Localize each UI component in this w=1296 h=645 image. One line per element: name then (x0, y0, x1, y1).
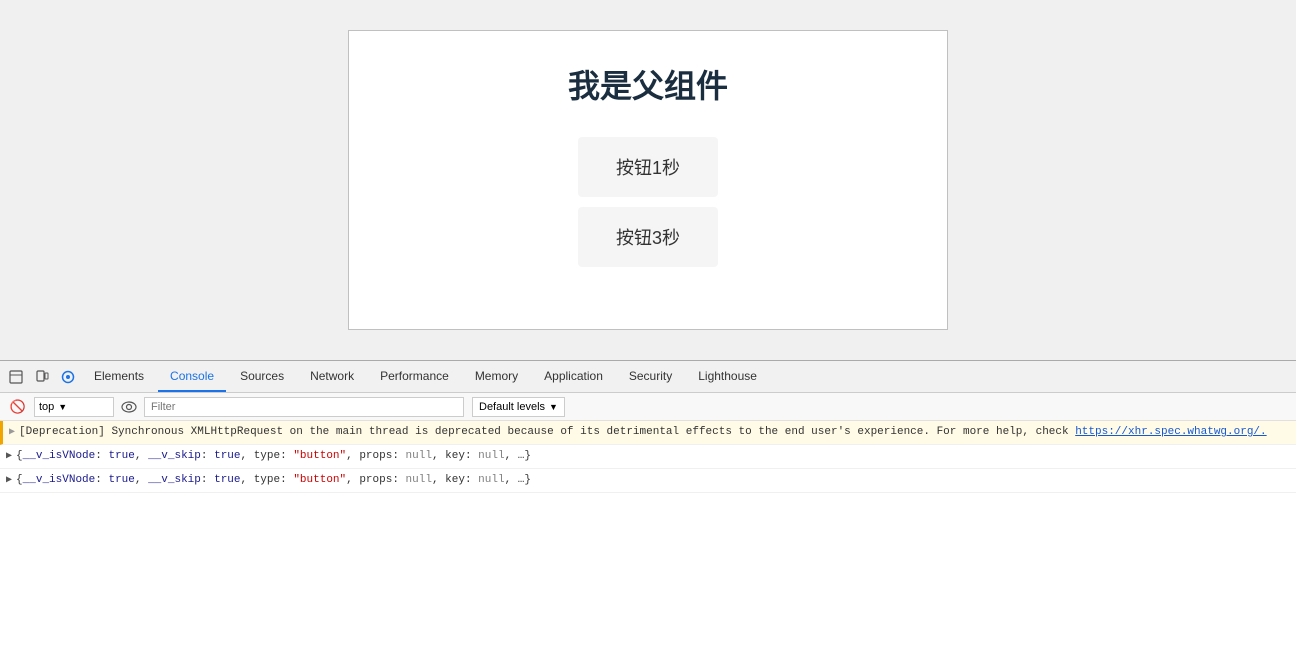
console-clear-icon[interactable]: 🚫 (6, 395, 30, 419)
console-context-selector[interactable]: top ▼ (34, 397, 114, 417)
console-log-area: ▶ [Deprecation] Synchronous XMLHttpReque… (0, 421, 1296, 645)
log-entry-vnode-2: ▶ {__v_isVNode: true, __v_skip: true, ty… (0, 469, 1296, 493)
console-eye-icon[interactable] (118, 396, 140, 418)
chevron-down-icon: ▼ (549, 402, 558, 412)
button-group: 按钮1秒 按钮3秒 (578, 137, 718, 277)
tab-lighthouse[interactable]: Lighthouse (686, 361, 769, 392)
devtools-circle-icon[interactable] (56, 365, 80, 389)
app-title: 我是父组件 (568, 61, 728, 107)
tab-performance[interactable]: Performance (368, 361, 461, 392)
devtools-panel: Elements Console Sources Network Perform… (0, 360, 1296, 645)
tab-network[interactable]: Network (298, 361, 366, 392)
console-toolbar: 🚫 top ▼ Default levels ▼ (0, 393, 1296, 421)
button-1sec[interactable]: 按钮1秒 (578, 137, 718, 197)
devtools-inspect-icon[interactable] (4, 365, 28, 389)
log-entry-deprecation: ▶ [Deprecation] Synchronous XMLHttpReque… (0, 421, 1296, 445)
browser-content: 我是父组件 按钮1秒 按钮3秒 (0, 0, 1296, 360)
devtools-tab-bar: Elements Console Sources Network Perform… (0, 361, 1296, 393)
deprecation-link[interactable]: https://xhr.spec.whatwg.org/. (1075, 426, 1266, 438)
log-entry-vnode-1: ▶ {__v_isVNode: true, __v_skip: true, ty… (0, 445, 1296, 469)
tab-memory[interactable]: Memory (463, 361, 530, 392)
app-frame: 我是父组件 按钮1秒 按钮3秒 (348, 30, 948, 330)
tab-application[interactable]: Application (532, 361, 615, 392)
button-3sec[interactable]: 按钮3秒 (578, 207, 718, 267)
tab-security[interactable]: Security (617, 361, 684, 392)
tab-elements[interactable]: Elements (82, 361, 156, 392)
console-filter-input[interactable] (144, 397, 464, 417)
log-expand-arrow[interactable]: ▶ (6, 449, 12, 465)
log-expand-arrow[interactable]: ▶ (6, 473, 12, 489)
devtools-device-icon[interactable] (30, 365, 54, 389)
chevron-down-icon: ▼ (58, 402, 67, 412)
log-expand-arrow[interactable]: ▶ (9, 425, 15, 441)
tab-sources[interactable]: Sources (228, 361, 296, 392)
tab-console[interactable]: Console (158, 361, 226, 392)
console-levels-selector[interactable]: Default levels ▼ (472, 397, 565, 417)
